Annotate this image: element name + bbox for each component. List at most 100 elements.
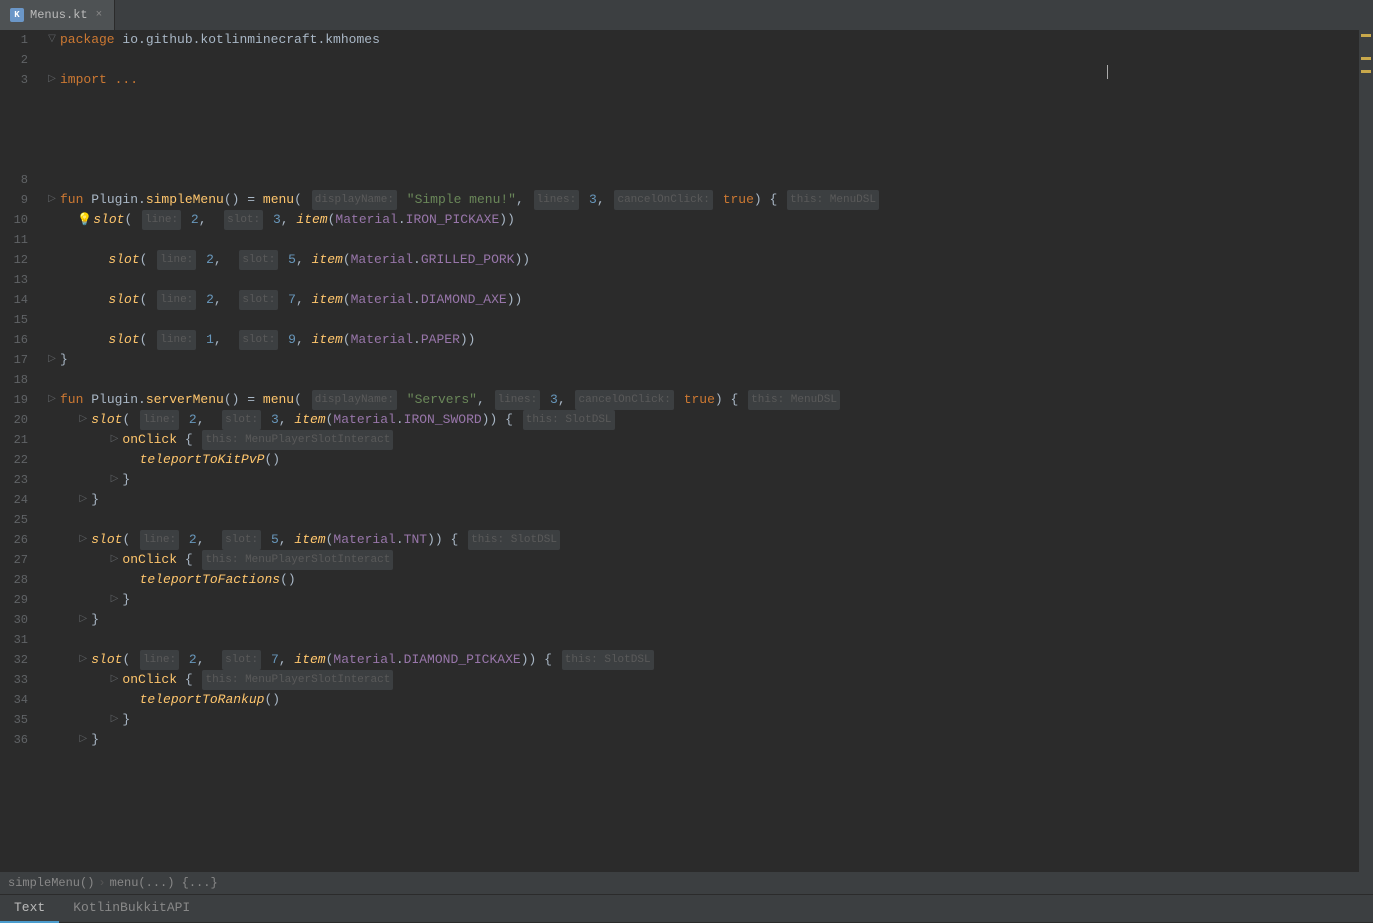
fold-icon-19[interactable]: ▷ — [46, 394, 58, 406]
hint-slot-10: slot: — [224, 210, 263, 230]
kw-fun-19: fun — [60, 390, 83, 410]
plugin-name-9: Plugin. — [91, 190, 146, 210]
material-grilled-pork: GRILLED_PORK — [421, 250, 515, 270]
hint-line-32: line: — [140, 650, 179, 670]
code-line-18 — [42, 370, 1359, 390]
line-num-25: 25 — [0, 510, 34, 530]
code-line-9: ▷ fun Plugin.simpleMenu() = menu( displa… — [42, 190, 1359, 210]
line-num-31: 31 — [0, 630, 34, 650]
code-line-30: ▷ } — [42, 610, 1359, 630]
kw-menu-9: menu — [263, 190, 294, 210]
fold-icon-30[interactable]: ▷ — [77, 614, 89, 626]
editor: 1 2 3 8 9 10 11 12 13 14 15 16 17 18 19 … — [0, 30, 1373, 872]
num-7-32: 7 — [271, 650, 279, 670]
file-tab-icon: K — [10, 8, 24, 22]
material-iron-sword: IRON_SWORD — [404, 410, 482, 430]
kw-fun-9: fun — [60, 190, 83, 210]
kw-slot-14: slot — [108, 290, 139, 310]
fold-icon-27[interactable]: ▷ — [108, 554, 120, 566]
import-ellipsis: ... — [115, 70, 138, 90]
line-num-12: 12 — [0, 250, 34, 270]
code-line-8 — [42, 170, 1359, 190]
num-2-20: 2 — [189, 410, 197, 430]
line-num-26: 26 — [0, 530, 34, 550]
string-servers: "Servers" — [407, 390, 477, 410]
fold-icon-33[interactable]: ▷ — [108, 674, 120, 686]
hint-line-10: line: — [142, 210, 181, 230]
line-num-28: 28 — [0, 570, 34, 590]
fold-icon-24[interactable]: ▷ — [77, 494, 89, 506]
code-content[interactable]: ▽ package io.github.kotlinminecraft.kmho… — [42, 30, 1359, 872]
code-line-32: ▷ slot( line: 2, slot: 7, item(Material.… — [42, 650, 1359, 670]
hint-this-26: this: SlotDSL — [468, 530, 560, 550]
fn-teleport-factions: teleportToFactions — [140, 570, 280, 590]
code-line-4 — [42, 90, 1359, 110]
kw-onclick-21: onClick — [122, 430, 177, 450]
brace-30: } — [91, 610, 99, 630]
hint-line-16: line: — [157, 330, 196, 350]
material-tnt-val: TNT — [404, 530, 427, 550]
breadcrumb-item-1[interactable]: simpleMenu() — [8, 876, 94, 890]
fold-icon-3[interactable]: ▷ — [46, 74, 58, 86]
scroll-marker-1 — [1361, 34, 1371, 37]
fold-icon-20[interactable]: ▷ — [77, 414, 89, 426]
fold-icon-23[interactable]: ▷ — [108, 474, 120, 486]
fold-icon-9[interactable]: ▷ — [46, 194, 58, 206]
code-line-10: 💡 slot( line: 2, slot: 3, item(Material.… — [42, 210, 1359, 230]
status-tab-text[interactable]: Text — [0, 895, 59, 923]
fold-icon-36[interactable]: ▷ — [77, 734, 89, 746]
fold-icon-26[interactable]: ▷ — [77, 534, 89, 546]
code-line-29: ▷ } — [42, 590, 1359, 610]
code-line-31 — [42, 630, 1359, 650]
kw-true-19: true — [684, 390, 715, 410]
line-num-16: 16 — [0, 330, 34, 350]
num-2-10: 2 — [191, 210, 199, 230]
code-line-27: ▷ onClick { this: MenuPlayerSlotInteract — [42, 550, 1359, 570]
num-9-16: 9 — [288, 330, 296, 350]
line-num-2: 2 — [0, 50, 34, 70]
hint-this-19: this: MenuDSL — [748, 390, 840, 410]
file-tab-label: Menus.kt — [30, 8, 88, 22]
code-line-14: slot( line: 2, slot: 7, item(Material.DI… — [42, 290, 1359, 310]
scroll-marker-3 — [1361, 70, 1371, 73]
status-tab-kotlinbukkitapi[interactable]: KotlinBukkitAPI — [59, 895, 204, 923]
line-num-7 — [0, 150, 34, 170]
fn-teleport-kitpvp: teleportToKitPvP — [140, 450, 265, 470]
kw-onclick-27: onClick — [122, 550, 177, 570]
fold-icon-35[interactable]: ▷ — [108, 714, 120, 726]
fold-icon-21[interactable]: ▷ — [108, 434, 120, 446]
line-num-15: 15 — [0, 310, 34, 330]
keyword-import: import — [60, 70, 107, 90]
fn-server-menu: serverMenu — [146, 390, 224, 410]
status-bar: Text KotlinBukkitAPI — [0, 894, 1373, 922]
paren-10a: ( — [124, 210, 132, 230]
kw-true-9: true — [723, 190, 754, 210]
fold-icon-1[interactable]: ▽ — [46, 34, 58, 46]
file-tab[interactable]: K Menus.kt × — [0, 0, 115, 30]
material-16: Material — [351, 330, 413, 350]
scrollbar-gutter[interactable] — [1359, 30, 1373, 872]
num-3-19: 3 — [550, 390, 558, 410]
fold-icon-32[interactable]: ▷ — [77, 654, 89, 666]
hint-this-33: this: MenuPlayerSlotInteract — [202, 670, 393, 690]
line-num-34: 34 — [0, 690, 34, 710]
code-line-23: ▷ } — [42, 470, 1359, 490]
hint-line-26: line: — [140, 530, 179, 550]
lightbulb-10: 💡 — [77, 210, 93, 230]
package-name: io.github.kotlinminecraft.kmhomes — [122, 30, 379, 50]
brace-35: } — [122, 710, 130, 730]
tab-close-button[interactable]: × — [94, 9, 105, 21]
code-line-15 — [42, 310, 1359, 330]
fold-icon-17[interactable]: ▷ — [46, 354, 58, 366]
kw-slot-26: slot — [91, 530, 122, 550]
num-1-16: 1 — [206, 330, 214, 350]
paren-9b: ( — [294, 190, 302, 210]
breadcrumb-item-2[interactable]: menu(...) {...} — [110, 876, 218, 890]
hint-slot-32: slot: — [222, 650, 261, 670]
line-num-18: 18 — [0, 370, 34, 390]
fold-icon-29[interactable]: ▷ — [108, 594, 120, 606]
line-num-29: 29 — [0, 590, 34, 610]
line-num-24: 24 — [0, 490, 34, 510]
line-num-4 — [0, 90, 34, 110]
comma-9b: , — [597, 190, 605, 210]
